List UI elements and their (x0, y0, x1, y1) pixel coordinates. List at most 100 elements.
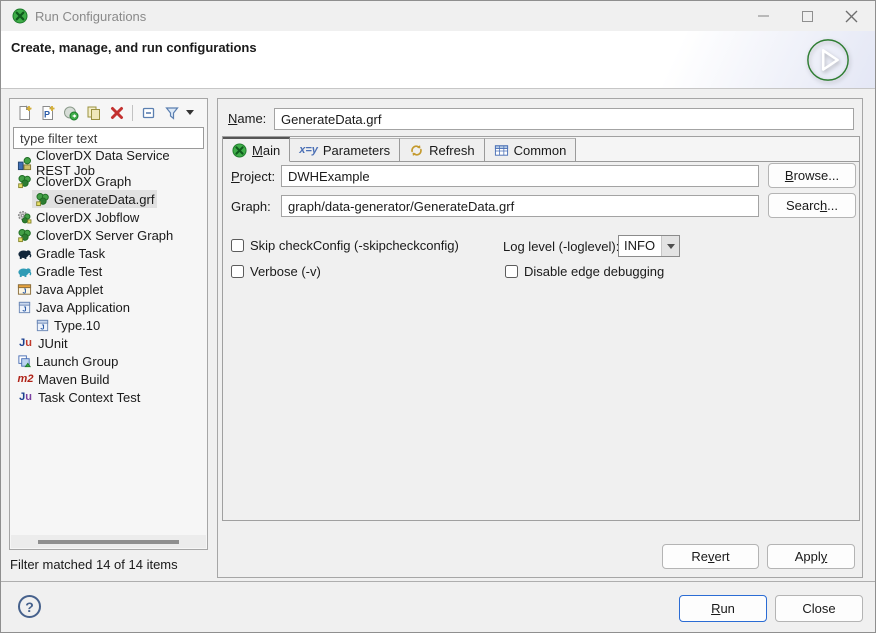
close-window-button[interactable] (829, 1, 873, 31)
configurations-panel: CloverDX Data Service REST Job CloverDX … (9, 98, 208, 550)
configuration-tree: CloverDX Data Service REST Job CloverDX … (10, 152, 207, 406)
duplicate-button[interactable] (83, 102, 104, 123)
horizontal-scrollbar[interactable] (11, 535, 206, 548)
graph-label: Graph: (231, 199, 271, 214)
name-label: Name: (228, 111, 266, 126)
cloverdx-app-icon (12, 8, 28, 24)
tree-item-gradle-task[interactable]: Gradle Task (10, 244, 207, 262)
tree-item-task-context-test[interactable]: JuTask Context Test (10, 388, 207, 406)
window-title: Run Configurations (35, 9, 146, 24)
skip-checkconfig-checkbox[interactable]: Skip checkConfig (-skipcheckconfig) (231, 237, 459, 253)
duplicate-icon (86, 105, 102, 121)
tab-refresh-label: Refresh (429, 143, 475, 158)
log-level-label: Log level (-loglevel): (503, 239, 619, 254)
filter-input[interactable] (13, 127, 204, 149)
clover-logo-icon (232, 143, 247, 158)
tree-toolbar (10, 99, 207, 126)
maximize-button[interactable] (785, 1, 829, 31)
java-applet-icon (17, 282, 32, 297)
graph-input[interactable] (281, 195, 759, 217)
export-configurations-button[interactable] (60, 102, 81, 123)
collapse-all-icon (141, 105, 157, 121)
tab-refresh[interactable]: Refresh (400, 138, 485, 161)
toolbar-separator (132, 105, 133, 121)
export-icon (63, 105, 79, 121)
gradle-task-icon (17, 246, 32, 261)
task-context-icon: Ju (17, 390, 34, 405)
new-document-icon (17, 105, 33, 121)
tab-common[interactable]: Common (485, 138, 577, 161)
tree-item-rest-job[interactable]: CloverDX Data Service REST Job (10, 154, 207, 172)
checkbox-box (505, 265, 518, 278)
page-title: Create, manage, and run configurations (11, 40, 257, 55)
tree-item-server-graph[interactable]: CloverDX Server Graph (10, 226, 207, 244)
tree-item-launch-group[interactable]: Launch Group (10, 352, 207, 370)
refresh-icon (409, 143, 424, 158)
project-input[interactable] (281, 165, 759, 187)
tree-item-type10[interactable]: Type.10 (10, 316, 207, 334)
tree-item-junit[interactable]: JuJUnit (10, 334, 207, 352)
project-label: Project: (231, 169, 275, 184)
delete-icon (109, 105, 125, 121)
minimize-icon (758, 15, 769, 17)
header-banner: Create, manage, and run configurations (1, 31, 875, 89)
run-configurations-dialog: Run Configurations Create, manage, and r… (0, 0, 876, 633)
gradle-test-icon (17, 264, 32, 279)
filter-status-text: Filter matched 14 of 14 items (10, 557, 178, 572)
tree-item-gradle-test[interactable]: Gradle Test (10, 262, 207, 280)
chevron-down-icon (661, 236, 679, 256)
browse-button[interactable]: Browse... (768, 163, 856, 188)
run-button[interactable]: Run (679, 595, 767, 622)
new-configuration-button[interactable] (14, 102, 35, 123)
tree-item-generatedata[interactable]: GenerateData.grf (10, 190, 207, 208)
revert-button[interactable]: Revert (662, 544, 759, 569)
clover-graph-icon (17, 228, 32, 243)
scrollbar-thumb[interactable] (38, 540, 178, 544)
checkbox-box (231, 265, 244, 278)
close-button[interactable]: Close (775, 595, 863, 622)
clover-graph-icon (17, 174, 32, 189)
table-icon (494, 143, 509, 158)
tab-parameters-label: Parameters (323, 143, 390, 158)
tree-item-jobflow[interactable]: CloverDX Jobflow (10, 208, 207, 226)
run-banner-icon (805, 37, 851, 83)
maximize-icon (802, 11, 813, 22)
configuration-detail-panel: Name: Main x=y Parameters Refresh Co (217, 98, 863, 578)
minimize-button[interactable] (741, 1, 785, 31)
tab-folder: Main x=y Parameters Refresh Common Proje… (222, 136, 860, 521)
tab-common-label: Common (514, 143, 567, 158)
checkbox-box (231, 239, 244, 252)
name-input[interactable] (274, 108, 854, 130)
new-prototype-button[interactable] (37, 102, 58, 123)
tab-parameters[interactable]: x=y Parameters (290, 138, 400, 161)
toolbar-menu-chevron-icon[interactable] (186, 110, 194, 115)
log-level-select[interactable]: INFO (618, 235, 680, 257)
verbose-checkbox[interactable]: Verbose (-v) (231, 263, 321, 279)
apply-button[interactable]: Apply (767, 544, 855, 569)
rest-job-icon (17, 156, 32, 171)
tree-item-java-application[interactable]: Java Application (10, 298, 207, 316)
tab-main-label: Main (252, 143, 280, 158)
question-mark-icon: ? (25, 599, 34, 615)
delete-button[interactable] (106, 102, 127, 123)
java-application-icon (35, 318, 50, 333)
log-level-value: INFO (619, 236, 661, 256)
java-application-icon (17, 300, 32, 315)
disable-edge-debugging-checkbox[interactable]: Disable edge debugging (505, 263, 664, 279)
title-bar[interactable]: Run Configurations (1, 1, 875, 31)
jobflow-icon (17, 210, 32, 225)
collapse-all-button[interactable] (138, 102, 159, 123)
tree-item-java-applet[interactable]: Java Applet (10, 280, 207, 298)
tab-main[interactable]: Main (223, 137, 290, 162)
maven-icon: m2 (17, 372, 34, 387)
tree-item-maven-build[interactable]: m2Maven Build (10, 370, 207, 388)
launch-group-icon (17, 354, 32, 369)
filter-button[interactable] (161, 102, 182, 123)
tab-strip: Main x=y Parameters Refresh Common (223, 137, 859, 162)
filter-icon (164, 105, 180, 121)
parameters-icon: x=y (299, 144, 318, 156)
search-button[interactable]: Search... (768, 193, 856, 218)
help-button[interactable]: ? (18, 595, 41, 618)
junit-icon: Ju (17, 336, 34, 351)
new-prototype-icon (40, 105, 56, 121)
